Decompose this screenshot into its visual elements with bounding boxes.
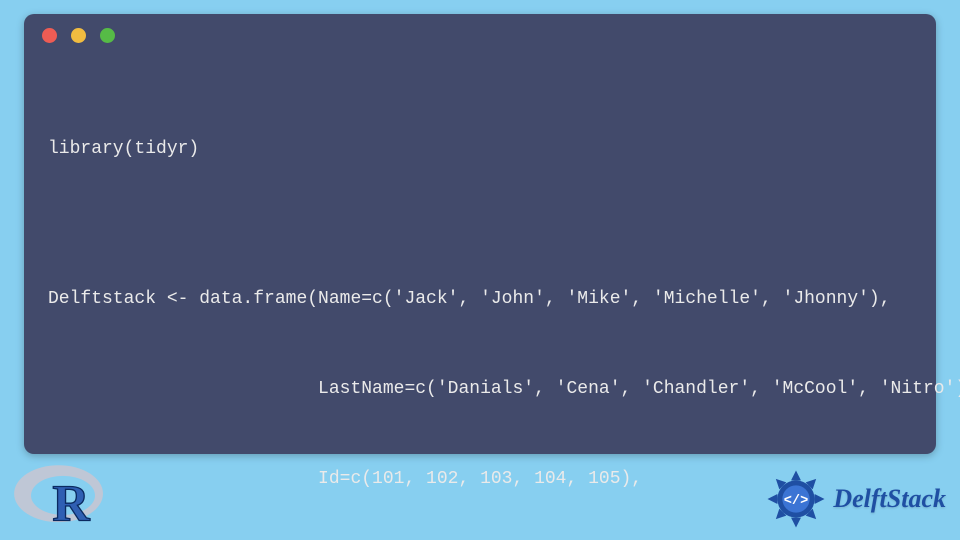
window-controls bbox=[42, 28, 115, 43]
brand-name: DelftStack bbox=[833, 484, 946, 514]
minimize-icon[interactable] bbox=[71, 28, 86, 43]
r-logo-icon: R bbox=[8, 451, 118, 536]
code-line: Delftstack <- data.frame(Name=c('Jack', … bbox=[48, 284, 916, 314]
svg-text:</>: </> bbox=[784, 494, 809, 509]
maximize-icon[interactable] bbox=[100, 28, 115, 43]
svg-text:R: R bbox=[52, 475, 90, 531]
code-line: library(tidyr) bbox=[48, 134, 916, 164]
delftstack-logo: </> DelftStack bbox=[765, 468, 946, 530]
code-line: LastName=c('Danials', 'Cena', 'Chandler'… bbox=[48, 374, 916, 404]
code-window: library(tidyr) Delftstack <- data.frame(… bbox=[24, 14, 936, 454]
code-gear-icon: </> bbox=[765, 468, 827, 530]
close-icon[interactable] bbox=[42, 28, 57, 43]
